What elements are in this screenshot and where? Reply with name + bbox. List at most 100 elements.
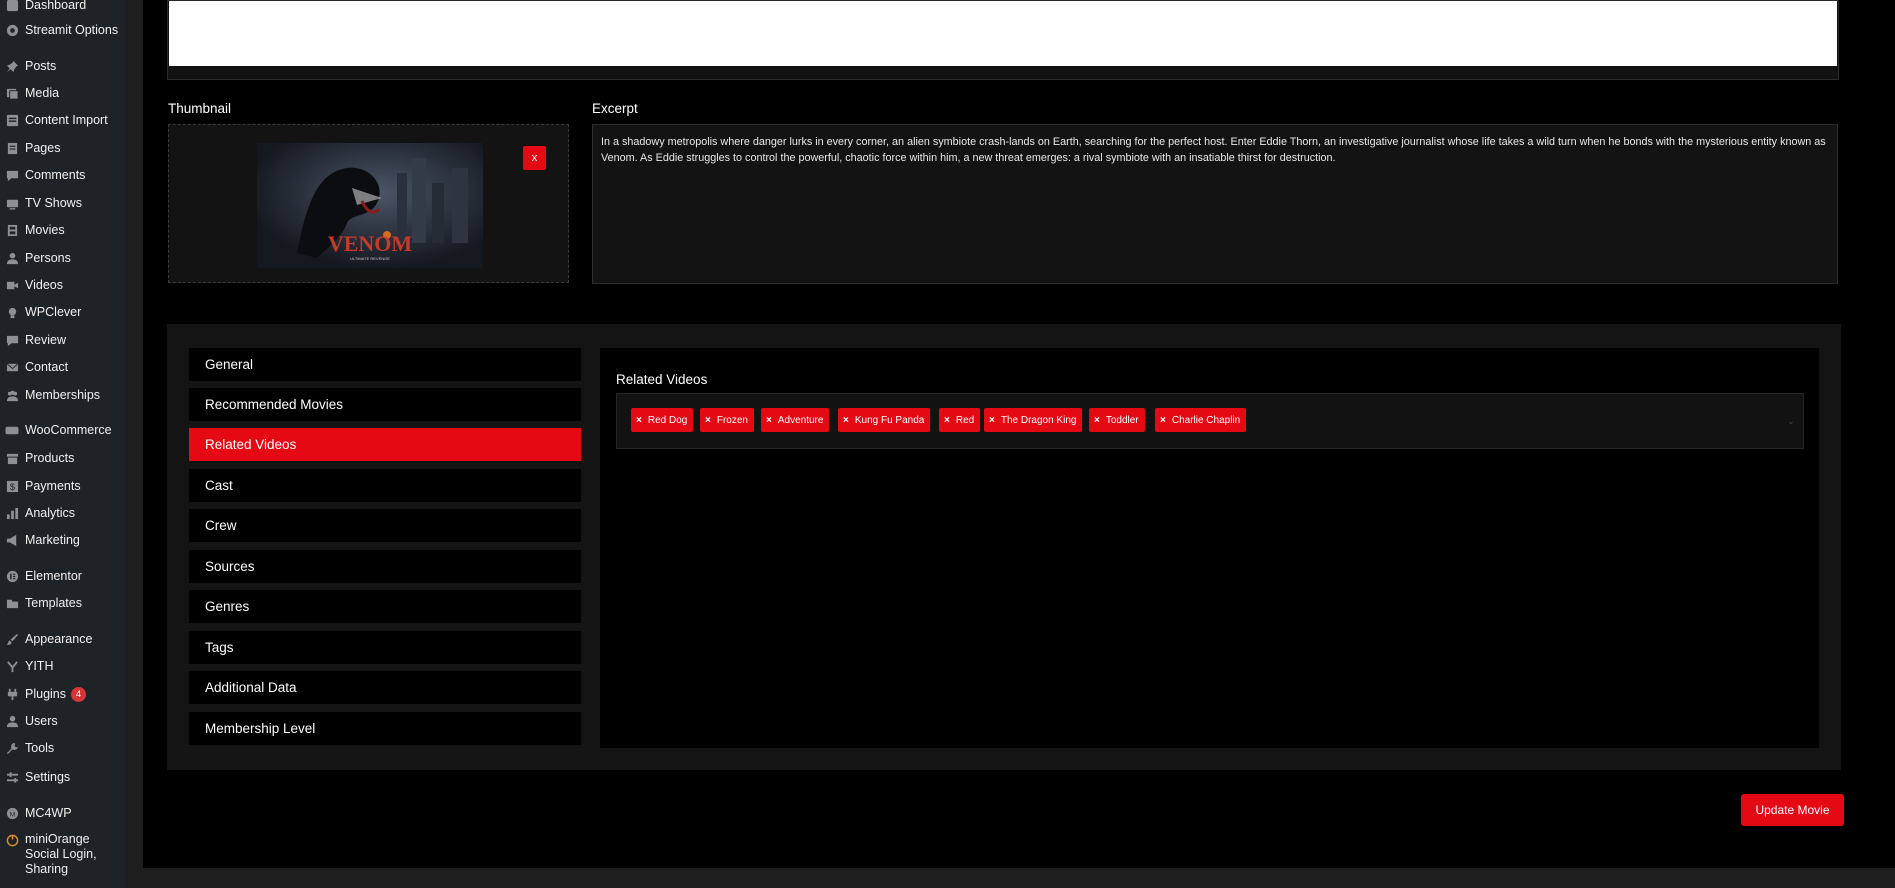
remove-thumbnail-button[interactable]: x [523, 146, 546, 170]
sidebar-item-settings[interactable]: Settings [0, 765, 125, 789]
mail-icon [5, 360, 19, 374]
sidebar-item-label: Contact [25, 360, 69, 374]
sidebar-item-label: MC4WP [25, 806, 72, 820]
sidebar-item-label: Review [25, 333, 66, 347]
description-editor[interactable] [167, 0, 1839, 80]
sidebar-item-videos[interactable]: Videos [0, 273, 125, 297]
sidebar-item-label: TV Shows [25, 196, 82, 210]
selected-video-chip: × The Dragon King [984, 408, 1083, 432]
sidebar-item-elementor[interactable]: Elementor [0, 564, 125, 588]
editor-textarea[interactable] [169, 1, 1837, 66]
pages-icon [5, 141, 19, 155]
selected-video-chip: × Kung Fu Panda [838, 408, 931, 432]
selected-video-chip: × Frozen [700, 408, 754, 432]
sidebar-item-label: Settings [25, 770, 71, 784]
sidebar-item-label: Streamit Options [25, 23, 119, 37]
sidebar-item-miniorange[interactable]: miniOrange Social Login, Sharing [0, 830, 125, 880]
film-icon [5, 223, 19, 237]
selected-video-chip: × Toddler [1089, 408, 1145, 432]
remove-chip-icon[interactable]: × [1160, 415, 1166, 426]
remove-chip-icon[interactable]: × [843, 415, 849, 426]
bar-chart-icon [5, 506, 19, 520]
chip-label: Kung Fu Panda [854, 414, 925, 426]
sidebar-item-movies[interactable]: Movies [0, 218, 125, 242]
update-movie-button[interactable]: Update Movie [1741, 794, 1844, 826]
tab-general[interactable]: General [189, 348, 581, 381]
video-icon [5, 278, 19, 292]
sidebar-item-label: Users [25, 714, 58, 728]
remove-chip-icon[interactable]: × [989, 415, 995, 426]
plugin-update-badge: 4 [71, 686, 86, 702]
sidebar-item-label: Content Import [25, 113, 108, 127]
sidebar-item-label: Templates [25, 596, 82, 610]
excerpt-textarea[interactable]: In a shadowy metropolis where danger lur… [592, 124, 1838, 284]
related-videos-select[interactable]: × Red Dog × Frozen × Adventure × Kung Fu Pan… [616, 393, 1804, 449]
sidebar-item-label: Movies [25, 223, 65, 237]
tab-genres[interactable]: Genres [189, 590, 581, 623]
sidebar-item-wpclever[interactable]: WPClever [0, 300, 125, 324]
tab-related-videos[interactable]: Related Videos [189, 428, 581, 461]
remove-chip-icon[interactable]: × [705, 415, 711, 426]
remove-chip-icon[interactable]: × [766, 415, 772, 426]
folder-icon [5, 596, 19, 610]
sidebar-item-mc4wp[interactable]: M MC4WP [0, 801, 125, 825]
sidebar-item-tv-shows[interactable]: TV Shows [0, 191, 125, 215]
sidebar-item-label: Appearance [25, 632, 93, 646]
sidebar-item-content-import[interactable]: Content Import [0, 108, 125, 132]
chevron-down-icon[interactable]: ⌄ [1787, 416, 1795, 427]
remove-chip-icon[interactable]: × [1094, 415, 1100, 426]
sidebar-item-dashboard[interactable]: Dashboard [0, 0, 125, 17]
settings-icon [5, 770, 19, 784]
tab-recommended-movies[interactable]: Recommended Movies [189, 388, 581, 421]
sidebar-item-contact[interactable]: Contact [0, 355, 125, 379]
sidebar-item-label: Dashboard [25, 0, 87, 12]
sidebar-item-templates[interactable]: Templates [0, 591, 125, 615]
sidebar-item-streamit-options[interactable]: Streamit Options [0, 18, 125, 42]
sidebar-item-label: WPClever [25, 305, 82, 319]
tab-additional-data[interactable]: Additional Data [189, 671, 581, 704]
chip-label: Frozen [716, 414, 748, 426]
sidebar-item-tools[interactable]: Tools [0, 736, 125, 760]
selected-video-chip: × Adventure [761, 408, 830, 432]
dollar-icon: $ [5, 479, 19, 493]
sidebar-item-label: Pages [25, 141, 61, 155]
import-icon [5, 113, 19, 127]
selected-video-chip: × Red Dog [631, 408, 694, 432]
svg-text:M: M [9, 811, 14, 818]
elementor-icon [5, 569, 19, 583]
tab-tags[interactable]: Tags [189, 631, 581, 664]
wrench-icon [5, 741, 19, 755]
media-icon [5, 86, 19, 100]
tab-sources[interactable]: Sources [189, 550, 581, 583]
remove-chip-icon[interactable]: × [636, 415, 642, 426]
sidebar-item-analytics[interactable]: Analytics [0, 501, 125, 525]
movie-edit-content: Thumbnail VENOM ULTIMATE REVENGE x Excer… [143, 0, 1895, 868]
poster-subtitle: ULTIMATE REVENGE [350, 256, 390, 261]
sidebar-item-media[interactable]: Media [0, 81, 125, 105]
sidebar-item-marketing[interactable]: Marketing [0, 528, 125, 552]
mc4wp-icon: M [5, 806, 19, 820]
tab-membership-level[interactable]: Membership Level [189, 712, 581, 745]
sidebar-item-memberships[interactable]: Memberships [0, 383, 125, 407]
remove-chip-icon[interactable]: × [944, 415, 950, 426]
sidebar-item-woocommerce[interactable]: WooCommerce [0, 418, 125, 442]
chip-label: The Dragon King [1000, 414, 1077, 426]
chip-label: Charlie Chaplin [1171, 414, 1241, 426]
sidebar-item-persons[interactable]: Persons [0, 246, 125, 270]
excerpt-label: Excerpt [592, 101, 638, 116]
tab-cast[interactable]: Cast [189, 469, 581, 502]
bulb-icon [5, 305, 19, 319]
sidebar-item-pages[interactable]: Pages [0, 136, 125, 160]
tab-crew[interactable]: Crew [189, 509, 581, 542]
sidebar-item-users[interactable]: Users [0, 709, 125, 733]
sidebar-item-posts[interactable]: Posts [0, 54, 125, 78]
sidebar-item-payments[interactable]: $ Payments [0, 474, 125, 498]
sidebar-item-comments[interactable]: Comments [0, 163, 125, 187]
sidebar-item-plugins[interactable]: Plugins 4 [0, 682, 125, 706]
thumbnail-dropzone[interactable]: VENOM ULTIMATE REVENGE [168, 124, 569, 283]
sidebar-item-appearance[interactable]: Appearance [0, 627, 125, 651]
sidebar-item-yith[interactable]: YITH [0, 654, 125, 678]
sidebar-item-products[interactable]: Products [0, 446, 125, 470]
sidebar-item-label: Payments [25, 479, 81, 493]
sidebar-item-review[interactable]: Review [0, 328, 125, 352]
